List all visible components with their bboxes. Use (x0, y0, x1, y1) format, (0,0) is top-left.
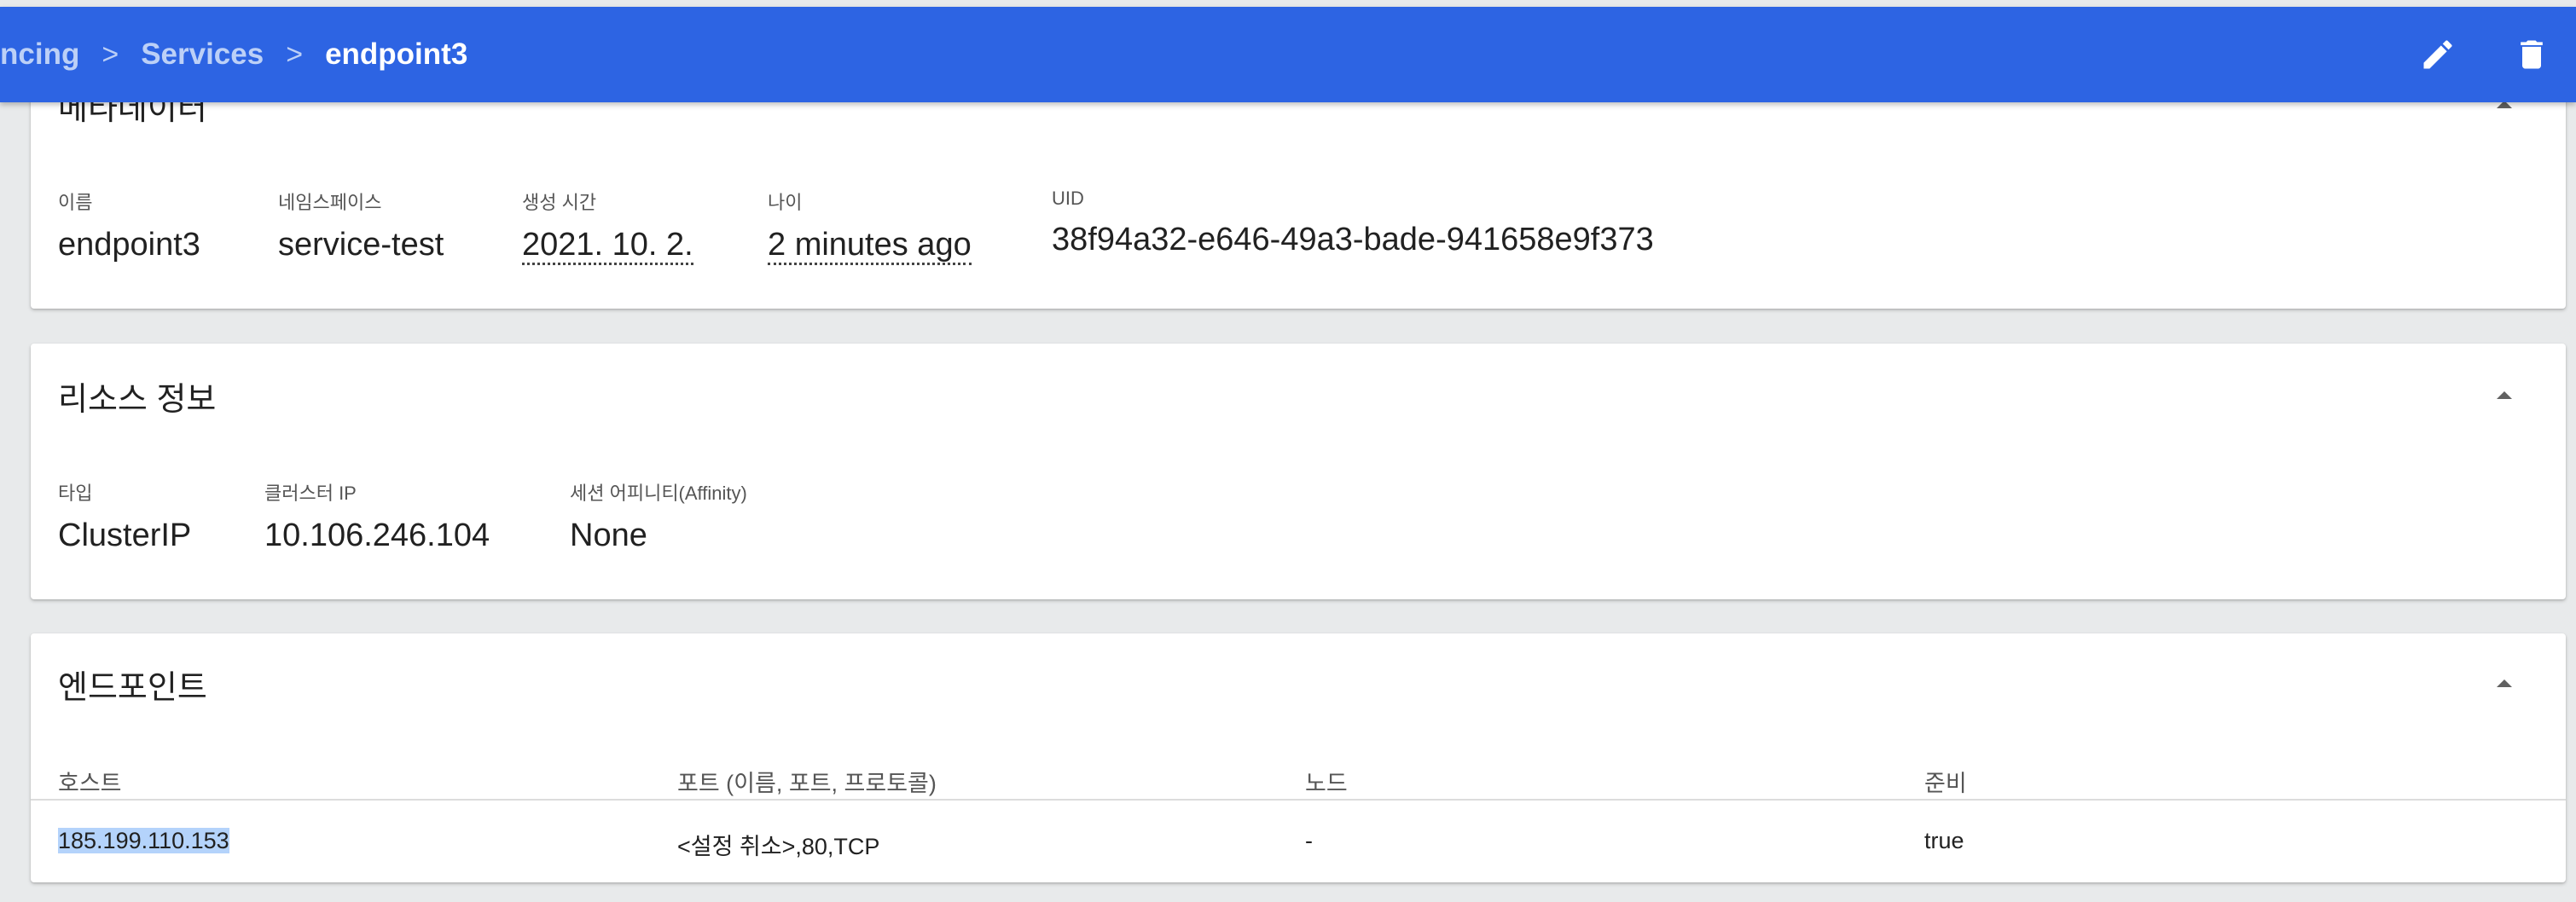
field-label: 세션 어피니티(Affinity) (570, 483, 747, 504)
endpoints-card: 엔드포인트 호스트 포트 (이름, 포트, 프로토콜) 노드 준비 185.19… (31, 633, 2566, 882)
field-value: None (570, 517, 647, 553)
field-age: 나이 2 minutes ago (768, 188, 972, 265)
field-value: service-test (278, 227, 444, 263)
endpoints-card-title: 엔드포인트 (58, 670, 207, 706)
column-header-host[interactable]: 호스트 (58, 765, 122, 798)
field-label: 타입 (58, 483, 93, 504)
endpoint-node: - (1305, 828, 1313, 853)
chevron-up-icon (2497, 679, 2512, 687)
column-header-node[interactable]: 노드 (1305, 765, 1348, 798)
created-date-value[interactable]: 2021. 10. 2. (522, 227, 693, 265)
field-value: 38f94a32-e646-49a3-bade-941658e9f373 (1052, 222, 1654, 257)
field-session-affinity: 세션 어피니티(Affinity) None (570, 478, 747, 554)
column-header-ready[interactable]: 준비 (1924, 765, 1967, 798)
field-label: 네임스페이스 (278, 192, 382, 213)
field-type: 타입 ClusterIP (58, 478, 191, 554)
endpoints-collapse-button[interactable] (2487, 666, 2521, 700)
breadcrumb-separator: > (102, 38, 119, 71)
age-value[interactable]: 2 minutes ago (768, 227, 972, 265)
breadcrumb-item-service-discovery[interactable]: ncing (0, 38, 79, 72)
field-namespace: 네임스페이스 service-test (278, 188, 444, 263)
pencil-icon (2423, 40, 2452, 69)
field-created: 생성 시간 2021. 10. 2. (522, 188, 693, 265)
delete-button[interactable] (2494, 17, 2569, 92)
field-label: 클러스터 IP (264, 483, 357, 504)
endpoint-ports: <설정 취소>,80,TCP (677, 834, 880, 859)
top-app-bar: ncing > Services > endpoint3 (0, 7, 2576, 102)
breadcrumb-item-services[interactable]: Services (141, 38, 264, 72)
breadcrumb: ncing > Services > endpoint3 (0, 7, 467, 102)
field-label: 이름 (58, 192, 93, 213)
field-value: endpoint3 (58, 227, 200, 263)
breadcrumb-separator: > (286, 38, 304, 71)
field-uid: UID 38f94a32-e646-49a3-bade-941658e9f373 (1052, 188, 1654, 258)
field-name: 이름 endpoint3 (58, 188, 200, 263)
resource-info-card: 리소스 정보 타입 ClusterIP 클러스터 IP 10.106.246.1… (31, 344, 2566, 599)
chevron-up-icon (2497, 390, 2512, 399)
resource-collapse-button[interactable] (2487, 378, 2521, 412)
field-value: ClusterIP (58, 517, 192, 553)
field-cluster-ip: 클러스터 IP 10.106.246.104 (264, 478, 490, 554)
endpoint-host: 185.199.110.153 (58, 828, 229, 853)
table-row: 185.199.110.153 <설정 취소>,80,TCP - true (31, 801, 2566, 882)
toolbar-actions (2400, 7, 2576, 102)
endpoints-table-header: 호스트 포트 (이름, 포트, 프로토콜) 노드 준비 (31, 749, 2566, 801)
endpoint-ready: true (1924, 828, 1964, 853)
column-header-ports[interactable]: 포트 (이름, 포트, 프로토콜) (677, 765, 937, 798)
field-value: 10.106.246.104 (264, 517, 490, 553)
field-label: 나이 (768, 192, 803, 213)
edit-button[interactable] (2400, 17, 2475, 92)
field-label: 생성 시간 (522, 192, 597, 213)
field-label: UID (1052, 188, 1084, 209)
trash-icon (2521, 40, 2543, 69)
resource-card-title: 리소스 정보 (58, 382, 217, 418)
breadcrumb-current: endpoint3 (325, 38, 468, 71)
